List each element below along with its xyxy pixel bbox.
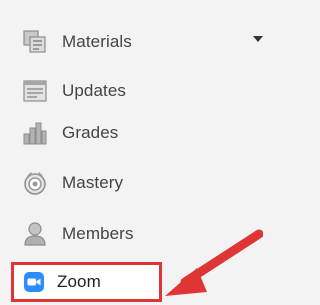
members-icon bbox=[22, 221, 48, 247]
sidebar-item-materials[interactable]: Materials bbox=[0, 19, 263, 65]
sidebar-item-label: Members bbox=[62, 224, 134, 243]
annotation-arrow-icon bbox=[165, 229, 263, 296]
sidebar-item-label: Mastery bbox=[62, 173, 124, 192]
zoom-icon bbox=[24, 272, 44, 292]
sidebar-item-label: Materials bbox=[62, 32, 132, 51]
sidebar-item-zoom[interactable]: Zoom bbox=[11, 262, 162, 302]
sidebar-item-label: Zoom bbox=[57, 272, 101, 291]
sidebar-item-label: Grades bbox=[62, 123, 119, 142]
grades-icon bbox=[22, 120, 48, 146]
chevron-down-icon[interactable] bbox=[253, 36, 263, 42]
sidebar-item-grades[interactable]: Grades bbox=[0, 110, 263, 156]
mastery-icon bbox=[22, 170, 48, 196]
sidebar-item-label: Updates bbox=[62, 81, 127, 100]
sidebar-item-updates[interactable]: Updates bbox=[0, 68, 263, 114]
materials-icon bbox=[22, 29, 48, 55]
updates-icon bbox=[22, 78, 48, 104]
sidebar-item-mastery[interactable]: Mastery bbox=[0, 160, 263, 206]
